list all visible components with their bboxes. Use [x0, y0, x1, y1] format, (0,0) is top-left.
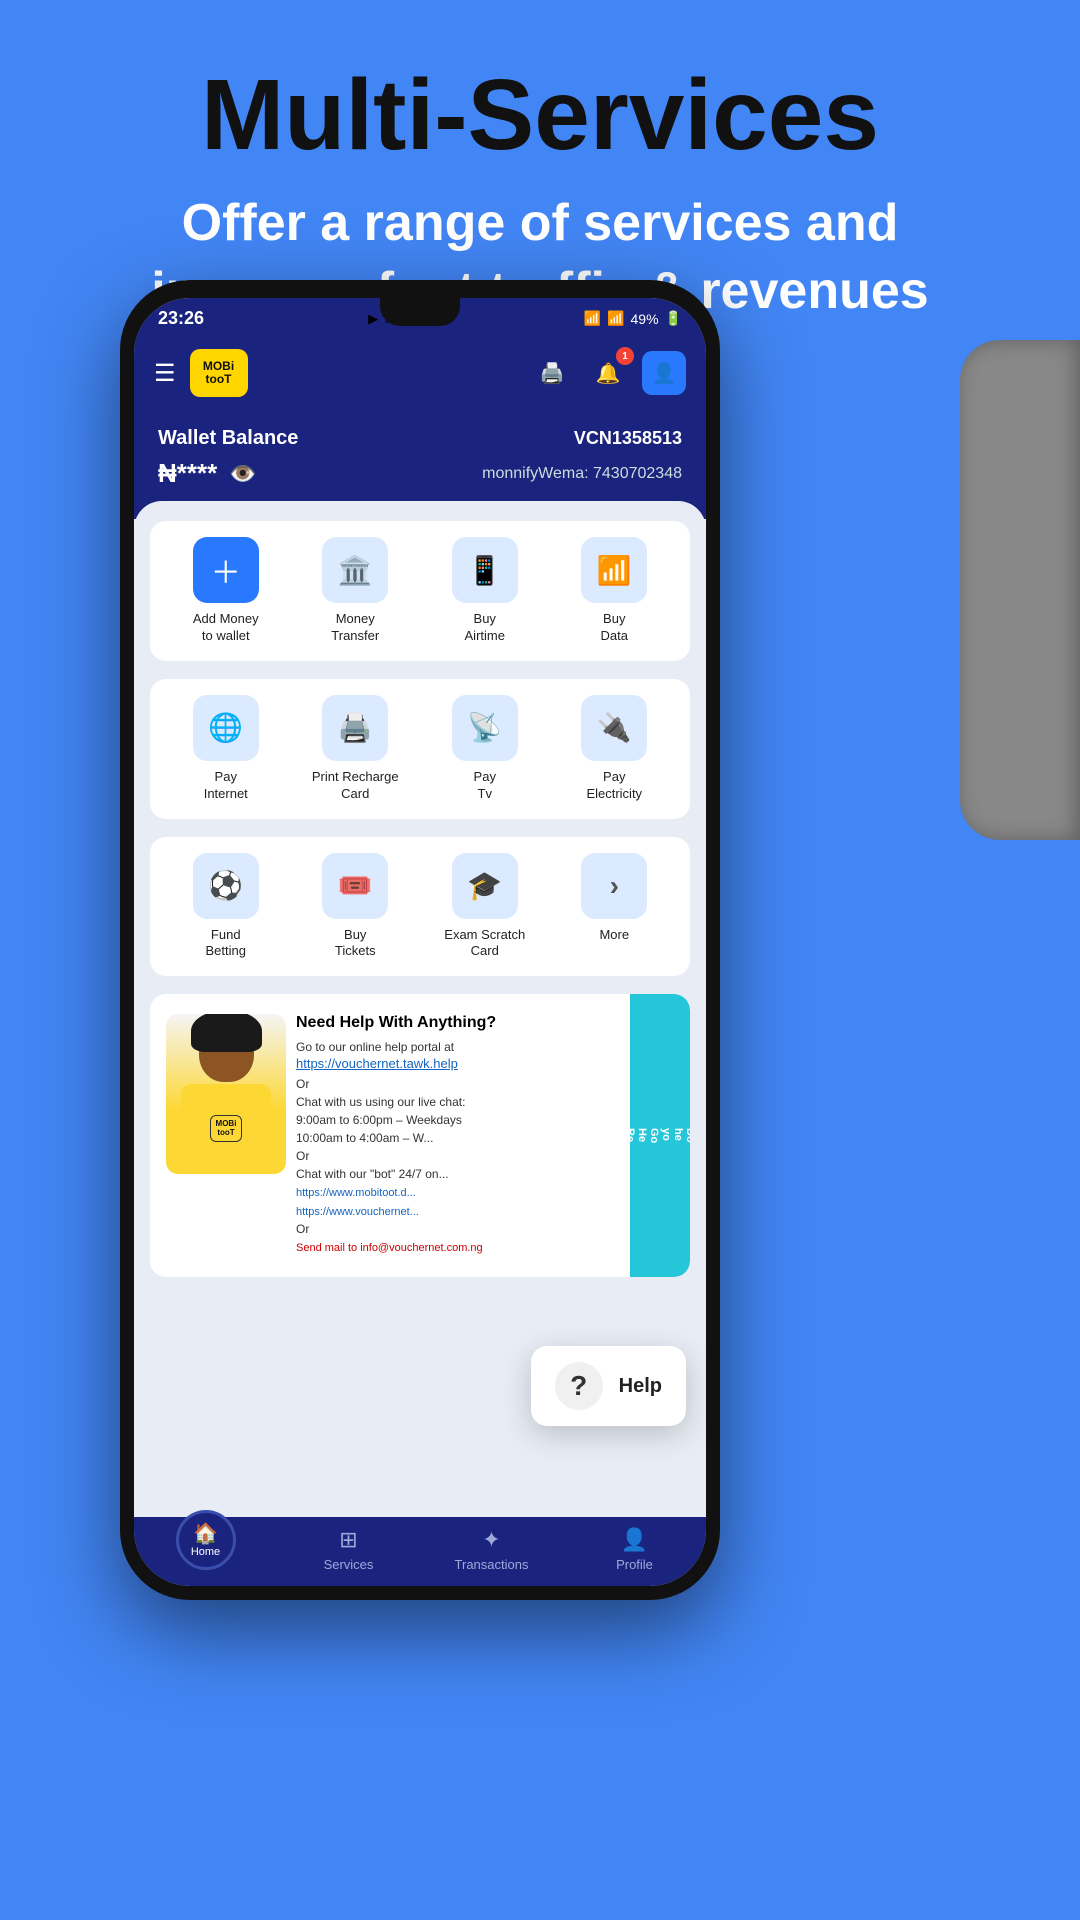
wallet-label: Wallet Balance [158, 427, 298, 450]
nav-home-label: Home [191, 1546, 220, 1558]
service-buy-airtime[interactable]: 📱 BuyAirtime [425, 537, 545, 645]
phone-frame: 23:26 ▶ ♪ f ··· 📶 📶 49% 🔋 ☰ [120, 280, 720, 1600]
service-pay-electricity[interactable]: 🔌 PayElectricity [555, 695, 675, 803]
nav-profile[interactable]: 👤 Profile [563, 1527, 706, 1572]
service-buy-data[interactable]: 📶 BuyData [555, 537, 675, 645]
service-print-recharge[interactable]: 🖨️ Print RechargeCard [296, 695, 416, 803]
fund-betting-label: FundBetting [206, 927, 246, 961]
add-money-icon: ＋ [193, 537, 259, 603]
print-recharge-label: Print RechargeCard [312, 769, 399, 803]
nav-transactions[interactable]: ✦ Transactions [420, 1527, 563, 1572]
eye-icon[interactable]: 👁️ [229, 461, 256, 487]
pay-tv-icon: 📡 [452, 695, 518, 761]
status-icons: 📶 📶 49% 🔋 [584, 310, 682, 327]
pay-electricity-icon: 🔌 [581, 695, 647, 761]
printer-icon[interactable]: 🖨️ [530, 351, 574, 395]
nav-home-circle: 🏠 Home [176, 1510, 236, 1570]
help-body-line1: Go to our online help portal at [296, 1038, 674, 1056]
nav-services-label: Services [324, 1557, 374, 1572]
phone-screen: 23:26 ▶ ♪ f ··· 📶 📶 49% 🔋 ☰ [134, 298, 706, 1586]
service-section-3: ⚽ FundBetting 🎟️ BuyTickets 🎓 Exam Scrat… [150, 837, 690, 977]
nav-profile-icon: 👤 [621, 1527, 648, 1553]
buy-airtime-icon: 📱 [452, 537, 518, 603]
exam-scratch-card-icon: 🎓 [452, 853, 518, 919]
service-add-money[interactable]: ＋ Add Moneyto wallet [166, 537, 286, 645]
buy-tickets-icon: 🎟️ [322, 853, 388, 919]
pay-tv-label: PayTv [474, 769, 496, 803]
help-title: Need Help With Anything? [296, 1014, 674, 1032]
services-icon: ⊞ [339, 1527, 357, 1553]
help-popup-icon: ? [555, 1362, 603, 1410]
phone-notch [380, 298, 460, 326]
help-section: MOBitooT Need Help With Anything? Go to … [150, 994, 690, 1277]
pay-electricity-label: PayElectricity [586, 769, 642, 803]
help-avatar: MOBitooT [166, 1014, 286, 1174]
more-label: More [599, 927, 629, 944]
wallet-amount-masked: ₦**** [158, 458, 217, 489]
fund-betting-icon: ⚽ [193, 853, 259, 919]
app-logo: MOBitooT [190, 349, 248, 397]
help-text: Need Help With Anything? Go to our onlin… [296, 1014, 674, 1257]
wallet-account: monnifyWema: 7430702348 [482, 465, 682, 483]
teal-side-banner: DoheyoGoHeRe [630, 994, 690, 1277]
page-title: Multi-Services [80, 60, 1000, 170]
notification-badge: 1 [616, 347, 634, 365]
help-body: Or Chat with us using our live chat: 9:0… [296, 1075, 674, 1257]
service-more[interactable]: › More [555, 853, 675, 961]
buy-airtime-label: BuyAirtime [465, 611, 505, 645]
buy-data-icon: 📶 [581, 537, 647, 603]
transactions-icon: ✦ [482, 1527, 500, 1553]
service-section-2: 🌐 PayInternet 🖨️ Print RechargeCard 📡 Pa… [150, 679, 690, 819]
app-header: ☰ MOBitooT 🖨️ 🔔 1 👤 [134, 335, 706, 417]
profile-icon[interactable]: 👤 [642, 351, 686, 395]
nav-services[interactable]: ⊞ Services [277, 1527, 420, 1572]
service-fund-betting[interactable]: ⚽ FundBetting [166, 853, 286, 961]
service-buy-tickets[interactable]: 🎟️ BuyTickets [296, 853, 416, 961]
secondary-phone-edge [960, 340, 1080, 840]
service-exam-scratch-card[interactable]: 🎓 Exam ScratchCard [425, 853, 545, 961]
print-recharge-icon: 🖨️ [322, 695, 388, 761]
nav-home[interactable]: 🏠 Home [134, 1530, 277, 1570]
wallet-vcn: VCN1358513 [574, 428, 682, 449]
bottom-nav: 🏠 Home ⊞ Services ✦ Transactions 👤 Profi… [134, 1517, 706, 1586]
service-section-1: ＋ Add Moneyto wallet 🏛️ MoneyTransfer 📱 … [150, 521, 690, 661]
help-popup-label: Help [619, 1375, 662, 1398]
nav-profile-label: Profile [616, 1557, 653, 1572]
buy-data-label: BuyData [601, 611, 628, 645]
buy-tickets-label: BuyTickets [335, 927, 376, 961]
notification-icon[interactable]: 🔔 1 [586, 351, 630, 395]
pay-internet-icon: 🌐 [193, 695, 259, 761]
money-transfer-icon: 🏛️ [322, 537, 388, 603]
service-pay-internet[interactable]: 🌐 PayInternet [166, 695, 286, 803]
service-pay-tv[interactable]: 📡 PayTv [425, 695, 545, 803]
money-transfer-label: MoneyTransfer [331, 611, 379, 645]
status-time: 23:26 [158, 308, 204, 329]
pay-internet-label: PayInternet [204, 769, 248, 803]
hamburger-menu[interactable]: ☰ [154, 359, 176, 388]
home-icon: 🏠 [193, 1521, 218, 1546]
more-icon: › [581, 853, 647, 919]
nav-transactions-label: Transactions [455, 1557, 529, 1572]
exam-scratch-card-label: Exam ScratchCard [444, 927, 525, 961]
add-money-label: Add Moneyto wallet [193, 611, 259, 645]
help-popup[interactable]: ? Help [531, 1346, 686, 1426]
service-money-transfer[interactable]: 🏛️ MoneyTransfer [296, 537, 416, 645]
help-link[interactable]: https://vouchernet.tawk.help [296, 1056, 674, 1071]
